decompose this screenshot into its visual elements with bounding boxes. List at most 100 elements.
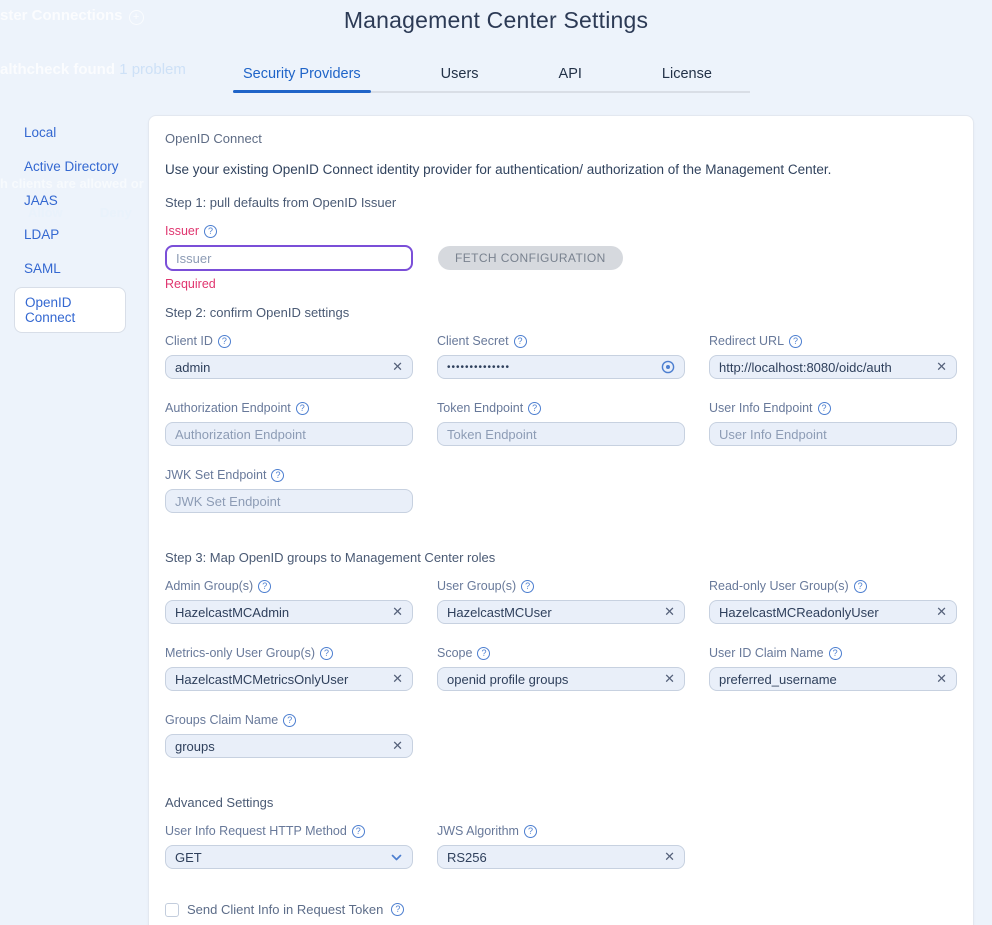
help-icon[interactable]: ? (352, 825, 365, 838)
clear-icon[interactable]: ✕ (392, 671, 403, 687)
admin-groups-field: Admin Group(s) ? ✕ (165, 579, 413, 624)
send-client-info-checkbox[interactable] (165, 903, 179, 917)
help-icon[interactable]: ? (829, 647, 842, 660)
sidebar-item-ldap[interactable]: LDAP (24, 219, 148, 250)
help-icon[interactable]: ? (818, 402, 831, 415)
security-providers-sidebar: Local Active Directory JAAS LDAP SAML Op… (0, 115, 148, 336)
help-icon[interactable]: ? (320, 647, 333, 660)
clear-icon[interactable]: ✕ (936, 671, 947, 687)
user-id-claim-name-label: User ID Claim Name ? (709, 646, 957, 660)
user-groups-field: User Group(s) ? ✕ (437, 579, 685, 624)
sidebar-item-saml[interactable]: SAML (24, 253, 148, 284)
authorization-endpoint-label: Authorization Endpoint ? (165, 401, 413, 415)
issuer-input-box (165, 245, 413, 271)
help-icon[interactable]: ? (204, 225, 217, 238)
jws-algorithm-input-box: ✕ (437, 845, 685, 869)
client-id-label: Client ID ? (165, 334, 413, 348)
scope-label: Scope ? (437, 646, 685, 660)
client-secret-input[interactable] (447, 362, 655, 373)
field-label-text: Token Endpoint (437, 401, 523, 415)
help-icon[interactable]: ? (218, 335, 231, 348)
issuer-input[interactable] (176, 251, 402, 266)
field-label-text: Admin Group(s) (165, 579, 253, 593)
user-groups-input[interactable] (447, 605, 658, 620)
issuer-row: FETCH CONFIGURATION (165, 245, 957, 271)
help-icon[interactable]: ? (296, 402, 309, 415)
authorization-endpoint-field: Authorization Endpoint ? (165, 401, 413, 446)
help-icon[interactable]: ? (391, 903, 404, 916)
help-icon[interactable]: ? (524, 825, 537, 838)
sidebar-item-active-directory[interactable]: Active Directory (24, 151, 148, 182)
groups-claim-name-field: Groups Claim Name ? ✕ (165, 713, 413, 758)
jws-algorithm-input[interactable] (447, 850, 658, 865)
field-label-text: User Info Endpoint (709, 401, 813, 415)
field-label-text: Authorization Endpoint (165, 401, 291, 415)
clear-icon[interactable]: ✕ (392, 604, 403, 620)
tab-api[interactable]: API (549, 66, 592, 91)
tab-security-providers[interactable]: Security Providers (233, 66, 371, 91)
fetch-configuration-button[interactable]: FETCH CONFIGURATION (438, 246, 623, 270)
client-secret-label: Client Secret ? (437, 334, 685, 348)
jws-algorithm-field: JWS Algorithm ? ✕ (437, 824, 685, 869)
user-id-claim-name-input-box: ✕ (709, 667, 957, 691)
clear-icon[interactable]: ✕ (936, 604, 947, 620)
token-endpoint-field: Token Endpoint ? (437, 401, 685, 446)
help-icon[interactable]: ? (854, 580, 867, 593)
step1-title: Step 1: pull defaults from OpenID Issuer (165, 195, 957, 210)
field-label-text: Client Secret (437, 334, 509, 348)
clear-icon[interactable]: ✕ (664, 604, 675, 620)
clear-icon[interactable]: ✕ (392, 738, 403, 754)
jwk-set-endpoint-input[interactable] (175, 494, 403, 509)
help-icon[interactable]: ? (477, 647, 490, 660)
scope-input-box: ✕ (437, 667, 685, 691)
tab-license[interactable]: License (652, 66, 722, 91)
redirect-url-input[interactable] (719, 360, 930, 375)
authorization-endpoint-input-box (165, 422, 413, 446)
redirect-url-input-box: ✕ (709, 355, 957, 379)
field-label-text: Scope (437, 646, 472, 660)
user-id-claim-name-field: User ID Claim Name ? ✕ (709, 646, 957, 691)
redirect-url-field: Redirect URL ? ✕ (709, 334, 957, 379)
reveal-password-icon[interactable] (661, 360, 675, 374)
token-endpoint-input-box (437, 422, 685, 446)
metrics-only-user-groups-input[interactable] (175, 672, 386, 687)
admin-groups-input[interactable] (175, 605, 386, 620)
clear-icon[interactable]: ✕ (664, 849, 675, 865)
user-info-http-method-label: User Info Request HTTP Method ? (165, 824, 413, 838)
sidebar-item-openid-connect[interactable]: OpenID Connect (14, 287, 126, 333)
help-icon[interactable]: ? (521, 580, 534, 593)
sidebar-item-local[interactable]: Local (24, 117, 148, 148)
help-icon[interactable]: ? (258, 580, 271, 593)
tab-users[interactable]: Users (431, 66, 489, 91)
clear-icon[interactable]: ✕ (936, 359, 947, 375)
user-info-http-method-field: User Info Request HTTP Method ? (165, 824, 413, 869)
authorization-endpoint-input[interactable] (175, 427, 403, 442)
chevron-down-icon[interactable] (390, 851, 403, 864)
scope-input[interactable] (447, 672, 658, 687)
groups-claim-name-label: Groups Claim Name ? (165, 713, 413, 727)
client-id-input[interactable] (175, 360, 386, 375)
token-endpoint-input[interactable] (447, 427, 675, 442)
user-info-endpoint-label: User Info Endpoint ? (709, 401, 957, 415)
field-label-text: Client ID (165, 334, 213, 348)
help-icon[interactable]: ? (283, 714, 296, 727)
page-title: Management Center Settings (0, 0, 992, 34)
field-label-text: User ID Claim Name (709, 646, 824, 660)
groups-claim-name-input-box: ✕ (165, 734, 413, 758)
user-id-claim-name-input[interactable] (719, 672, 930, 687)
groups-claim-name-input[interactable] (175, 739, 386, 754)
readonly-user-groups-field: Read-only User Group(s) ? ✕ (709, 579, 957, 624)
jwk-set-endpoint-field: JWK Set Endpoint ? (165, 468, 413, 513)
sidebar-item-jaas[interactable]: JAAS (24, 185, 148, 216)
help-icon[interactable]: ? (789, 335, 802, 348)
metrics-only-user-groups-label: Metrics-only User Group(s) ? (165, 646, 413, 660)
help-icon[interactable]: ? (528, 402, 541, 415)
readonly-user-groups-input[interactable] (719, 605, 930, 620)
user-info-http-method-select[interactable] (165, 845, 413, 869)
help-icon[interactable]: ? (271, 469, 284, 482)
scope-field: Scope ? ✕ (437, 646, 685, 691)
clear-icon[interactable]: ✕ (392, 359, 403, 375)
help-icon[interactable]: ? (514, 335, 527, 348)
clear-icon[interactable]: ✕ (664, 671, 675, 687)
user-info-endpoint-input[interactable] (719, 427, 947, 442)
